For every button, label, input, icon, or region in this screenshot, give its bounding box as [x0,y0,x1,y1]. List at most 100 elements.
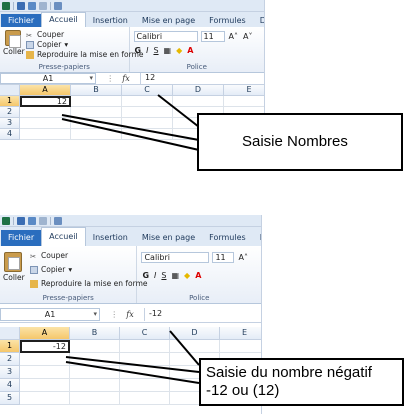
insert-function-icon[interactable]: fx [122,74,129,83]
cell[interactable] [71,129,122,140]
bold-button[interactable]: G [134,46,143,55]
row-header[interactable]: 1 [0,96,20,107]
column-header[interactable]: B [71,85,122,96]
tab-fichier[interactable]: Fichier [1,230,42,246]
row-header[interactable]: 2 [0,353,20,366]
tab-donnees[interactable]: Données [253,14,264,27]
font-name-select[interactable]: Calibri [141,252,210,263]
format-painter-button[interactable]: Reproduire la mise en forme [26,50,143,59]
tab-mise-en-page[interactable]: Mise en page [135,230,202,246]
name-box[interactable]: A1 [0,73,96,84]
column-header[interactable]: D [173,85,224,96]
column-header[interactable]: E [224,85,264,96]
cell[interactable] [20,392,70,405]
column-header[interactable]: E [220,327,261,340]
cell[interactable] [120,379,170,392]
shrink-font-icon[interactable]: A˅ [242,32,253,41]
grow-font-icon[interactable]: A˄ [237,253,248,262]
row-header[interactable]: 4 [0,379,20,392]
font-size-select[interactable]: 11 [212,252,235,263]
cell[interactable] [220,340,261,353]
row-header[interactable]: 5 [0,392,20,405]
fill-color-icon[interactable]: ◆ [175,46,183,55]
format-painter-button[interactable]: Reproduire la mise en forme [30,279,147,288]
column-header[interactable]: A [20,85,71,96]
tab-fichier[interactable]: Fichier [1,14,42,27]
cell[interactable] [20,118,71,129]
grow-font-icon[interactable]: A˄ [228,32,239,41]
redo-icon[interactable] [39,1,47,10]
font-color-icon[interactable]: A [186,46,194,55]
formula-input[interactable]: 12 [140,73,264,84]
borders-icon[interactable]: ▦ [163,46,173,55]
cell[interactable] [120,366,170,379]
row-header[interactable]: 2 [0,107,20,118]
font-name-select[interactable]: Calibri [133,31,198,42]
underline-button[interactable]: S [160,271,167,280]
paste-button[interactable]: Coller [3,252,25,282]
cell[interactable] [70,379,120,392]
cell-a1[interactable]: 12 [20,96,71,107]
undo-icon[interactable] [28,1,36,10]
fill-color-icon[interactable]: ◆ [183,271,191,280]
tab-accueil[interactable]: Accueil [41,227,86,246]
save-icon[interactable] [17,216,25,225]
tab-donnees[interactable]: Donn [253,230,261,246]
cell[interactable] [70,340,120,353]
column-header[interactable]: A [20,327,70,340]
cell[interactable] [120,392,170,405]
row-header[interactable]: 3 [0,118,20,129]
tab-mise-en-page[interactable]: Mise en page [135,14,202,27]
customize-qat-icon[interactable] [54,1,62,10]
tab-insertion[interactable]: Insertion [86,230,135,246]
name-box[interactable]: A1 [0,307,100,321]
cell[interactable] [122,129,173,140]
tab-insertion[interactable]: Insertion [86,14,135,27]
cell[interactable] [70,392,120,405]
formula-input[interactable]: -12 [144,307,261,321]
redo-icon[interactable] [39,216,47,225]
cell[interactable] [20,129,71,140]
cell[interactable] [20,107,71,118]
font-size-select[interactable]: 11 [200,31,225,42]
copy-button[interactable]: Copier ▾ [26,40,68,49]
cell-a1[interactable]: -12 [20,340,70,353]
paste-button[interactable]: Coller [3,30,25,56]
cell[interactable] [71,118,122,129]
cell[interactable] [70,366,120,379]
cell[interactable] [120,353,170,366]
row-header[interactable]: 3 [0,366,20,379]
select-all-corner[interactable] [0,85,20,96]
cell[interactable] [71,107,122,118]
cell[interactable] [20,353,70,366]
font-color-icon[interactable]: A [194,271,202,280]
cell[interactable] [122,107,173,118]
cell[interactable] [170,340,220,353]
column-header[interactable]: C [122,85,173,96]
bold-button[interactable]: G [141,271,150,280]
tab-accueil[interactable]: Accueil [41,12,86,27]
borders-icon[interactable]: ▦ [170,271,180,280]
select-all-corner[interactable] [0,327,20,340]
italic-button[interactable]: I [145,46,149,55]
customize-qat-icon[interactable] [54,216,62,225]
cell[interactable] [173,96,224,107]
column-header[interactable]: B [70,327,120,340]
italic-button[interactable]: I [153,271,157,280]
cell[interactable] [122,118,173,129]
column-header[interactable]: C [120,327,170,340]
cell[interactable] [70,353,120,366]
row-header[interactable]: 4 [0,129,20,140]
undo-icon[interactable] [28,216,36,225]
tab-formules[interactable]: Formules [202,14,253,27]
cell[interactable] [20,366,70,379]
cell[interactable] [122,96,173,107]
cell[interactable] [20,379,70,392]
column-header[interactable]: D [170,327,220,340]
insert-function-icon[interactable]: fx [126,310,133,319]
cell[interactable] [71,96,122,107]
save-icon[interactable] [17,1,25,10]
row-header[interactable]: 1 [0,340,20,353]
copy-button[interactable]: Copier ▾ [30,265,72,274]
cut-button[interactable]: ✂ Couper [26,30,64,40]
